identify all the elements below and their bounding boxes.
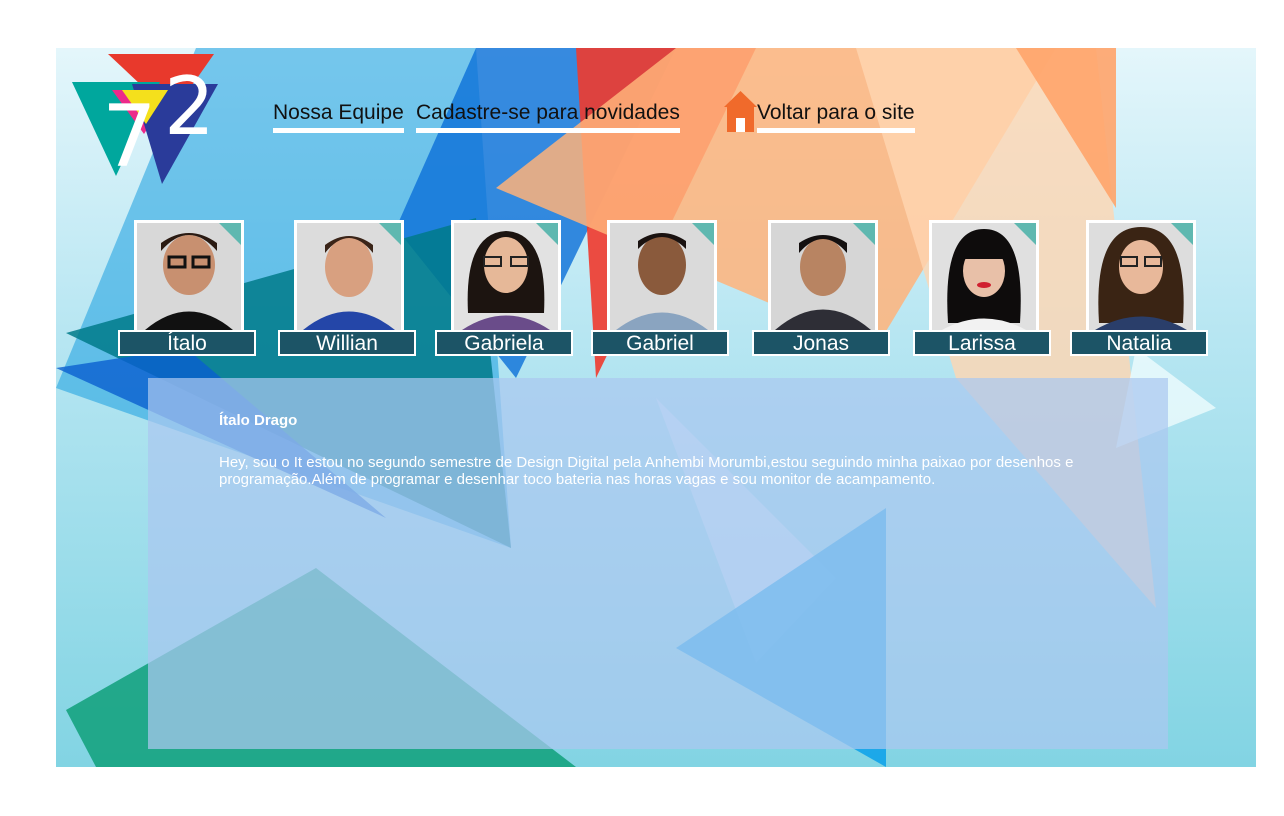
page-stage: 7 2 Nossa Equipe Cadastre-se para novida… <box>56 48 1256 767</box>
member-photo <box>134 220 244 330</box>
nav-cadastre-se[interactable]: Cadastre-se para novidades <box>416 100 680 133</box>
avatar <box>771 223 875 330</box>
member-photo <box>1086 220 1196 330</box>
member-photo <box>451 220 561 330</box>
avatar <box>932 223 1036 330</box>
member-photo <box>294 220 404 330</box>
member-card-italo[interactable]: Ítalo <box>118 220 258 358</box>
avatar <box>1089 223 1193 330</box>
avatar <box>297 223 401 330</box>
member-name: Jonas <box>752 330 890 356</box>
nav-nossa-equipe[interactable]: Nossa Equipe <box>273 100 404 133</box>
member-card-larissa[interactable]: Larissa <box>913 220 1053 358</box>
logo-72[interactable]: 7 2 <box>72 54 230 190</box>
member-photo <box>768 220 878 330</box>
member-name: Ítalo <box>118 330 256 356</box>
member-name: Gabriela <box>435 330 573 356</box>
member-photo <box>929 220 1039 330</box>
member-name: Natalia <box>1070 330 1208 356</box>
member-name: Willian <box>278 330 416 356</box>
avatar <box>137 223 241 330</box>
svg-text:7: 7 <box>102 87 157 187</box>
home-icon[interactable] <box>724 91 757 133</box>
nav-voltar-site[interactable]: Voltar para o site <box>757 100 915 133</box>
member-card-jonas[interactable]: Jonas <box>752 220 892 358</box>
profile-panel: Ítalo Drago Hey, sou o It estou no segun… <box>148 378 1168 749</box>
member-name: Larissa <box>913 330 1051 356</box>
avatar <box>454 223 558 330</box>
profile-title: Ítalo Drago <box>219 412 298 429</box>
member-name: Gabriel <box>591 330 729 356</box>
member-card-willian[interactable]: Willian <box>278 220 418 358</box>
member-card-natalia[interactable]: Natalia <box>1070 220 1210 358</box>
member-photo <box>607 220 717 330</box>
member-card-gabriela[interactable]: Gabriela <box>435 220 575 358</box>
avatar <box>610 223 714 330</box>
profile-description: Hey, sou o It estou no segundo semestre … <box>219 454 1074 488</box>
svg-text:2: 2 <box>164 60 215 153</box>
member-card-gabriel[interactable]: Gabriel <box>591 220 731 358</box>
